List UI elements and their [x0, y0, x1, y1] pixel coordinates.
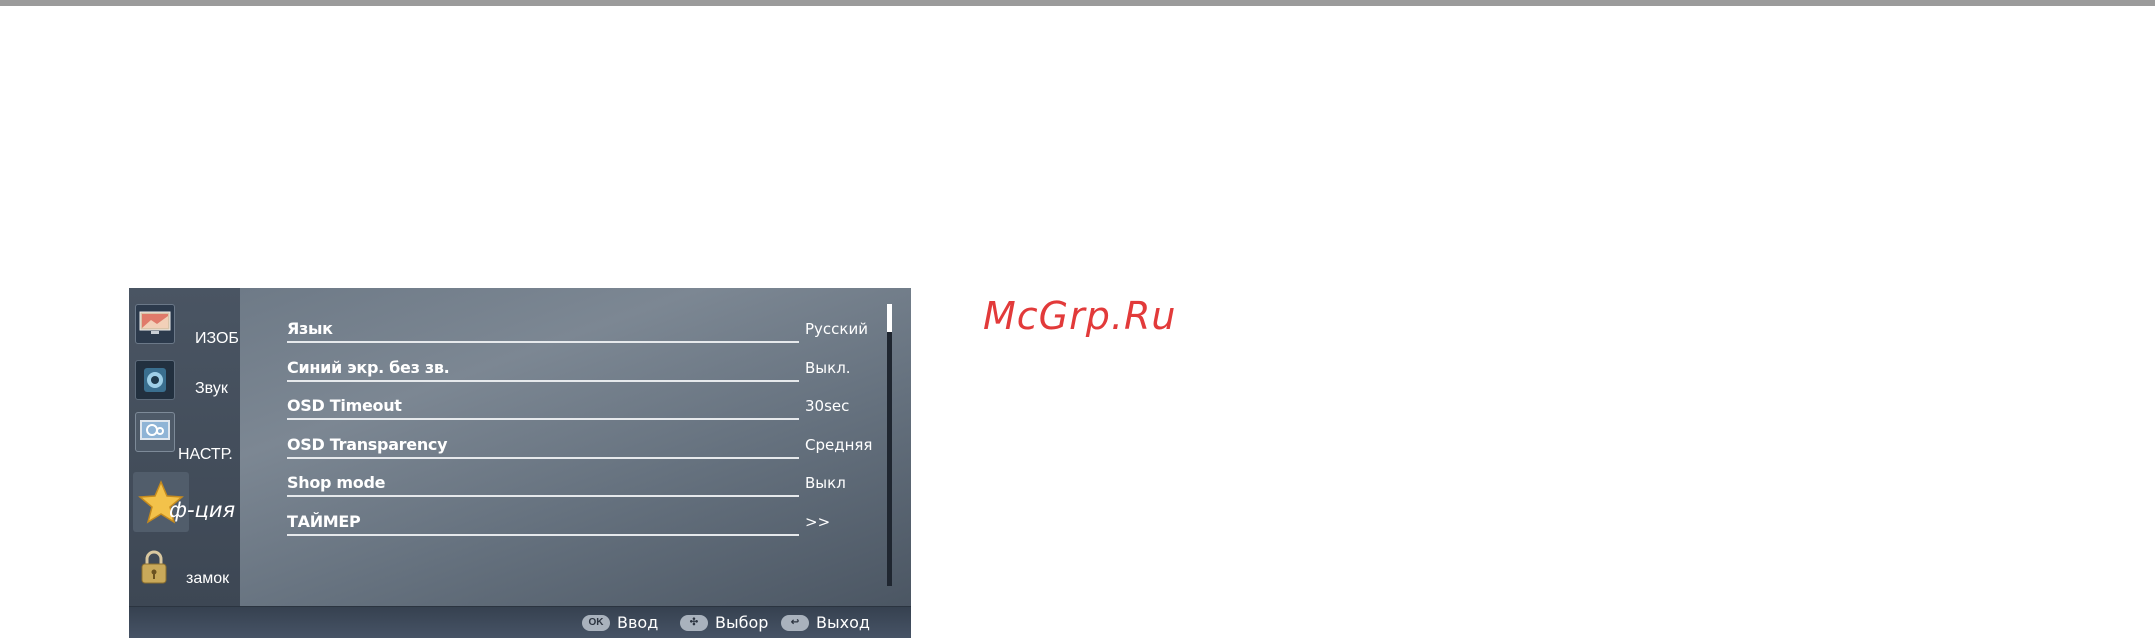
- sidebar-item-label: Звук: [195, 380, 228, 397]
- scrollbar-thumb[interactable]: [887, 304, 892, 332]
- lock-icon: [135, 548, 173, 586]
- row-divider: [287, 380, 799, 382]
- sidebar-item-sound[interactable]: Звук: [129, 360, 240, 410]
- sidebar: ИЗОБ. Звук НАСТР. ф-ция замок: [129, 288, 244, 606]
- row-value: Выкл: [805, 474, 846, 492]
- ok-button-icon: OK: [582, 614, 610, 631]
- menu-row-blue-screen[interactable]: Синий экр. без зв. Выкл.: [287, 350, 911, 388]
- hint-label: Выбор: [715, 613, 769, 632]
- menu-row-osd-timeout[interactable]: OSD Timeout 30sec: [287, 388, 911, 426]
- row-divider: [287, 457, 799, 459]
- menu-row-shop-mode[interactable]: Shop mode Выкл: [287, 465, 911, 503]
- menu-row-osd-transparency[interactable]: OSD Transparency Средняя: [287, 427, 911, 465]
- footer-hints: OK Ввод ✣ Выбор ↩ Выход: [129, 606, 911, 638]
- hint-exit: ↩ Выход: [781, 613, 870, 632]
- row-label: Shop mode: [287, 473, 386, 492]
- tv-osd-menu: ИЗОБ. Звук НАСТР. ф-ция замок Язык Русск…: [129, 288, 911, 638]
- sidebar-item-function[interactable]: ф-ция: [129, 472, 240, 534]
- sidebar-item-settings[interactable]: НАСТР.: [129, 412, 240, 468]
- sidebar-item-lock[interactable]: замок: [129, 548, 240, 598]
- hint-enter: OK Ввод: [582, 613, 658, 632]
- row-divider: [287, 341, 799, 343]
- row-value: Средняя: [805, 436, 873, 454]
- scrollbar[interactable]: [887, 304, 892, 586]
- hint-select: ✣ Выбор: [680, 613, 768, 632]
- picture-icon: [135, 304, 175, 344]
- row-value: 30sec: [805, 397, 850, 415]
- speaker-icon: [135, 360, 175, 400]
- sidebar-item-label: НАСТР.: [178, 446, 233, 463]
- watermark: McGrp.Ru: [983, 294, 1177, 338]
- dpad-icon: ✣: [680, 614, 708, 631]
- sidebar-item-label: ИЗОБ.: [195, 330, 244, 347]
- row-label: OSD Timeout: [287, 396, 402, 415]
- row-label: ТАЙМЕР: [287, 512, 361, 531]
- menu-row-timer[interactable]: ТАЙМЕР >>: [287, 504, 911, 542]
- row-divider: [287, 534, 799, 536]
- row-value: Выкл.: [805, 359, 851, 377]
- settings-icon: [135, 412, 175, 452]
- row-label: Язык: [287, 319, 333, 338]
- row-divider: [287, 495, 799, 497]
- menu-row-language[interactable]: Язык Русский: [287, 311, 911, 349]
- sidebar-item-picture[interactable]: ИЗОБ.: [129, 304, 244, 354]
- sidebar-item-label: ф-ция: [169, 498, 236, 522]
- row-label: OSD Transparency: [287, 435, 448, 454]
- row-value: >>: [805, 513, 831, 531]
- sidebar-item-label: замок: [186, 570, 230, 587]
- top-rule: [0, 0, 2155, 6]
- hint-label: Ввод: [617, 613, 659, 632]
- return-icon: ↩: [781, 614, 809, 631]
- row-divider: [287, 418, 799, 420]
- hint-label: Выход: [816, 613, 870, 632]
- row-value: Русский: [805, 320, 868, 338]
- row-label: Синий экр. без зв.: [287, 358, 450, 377]
